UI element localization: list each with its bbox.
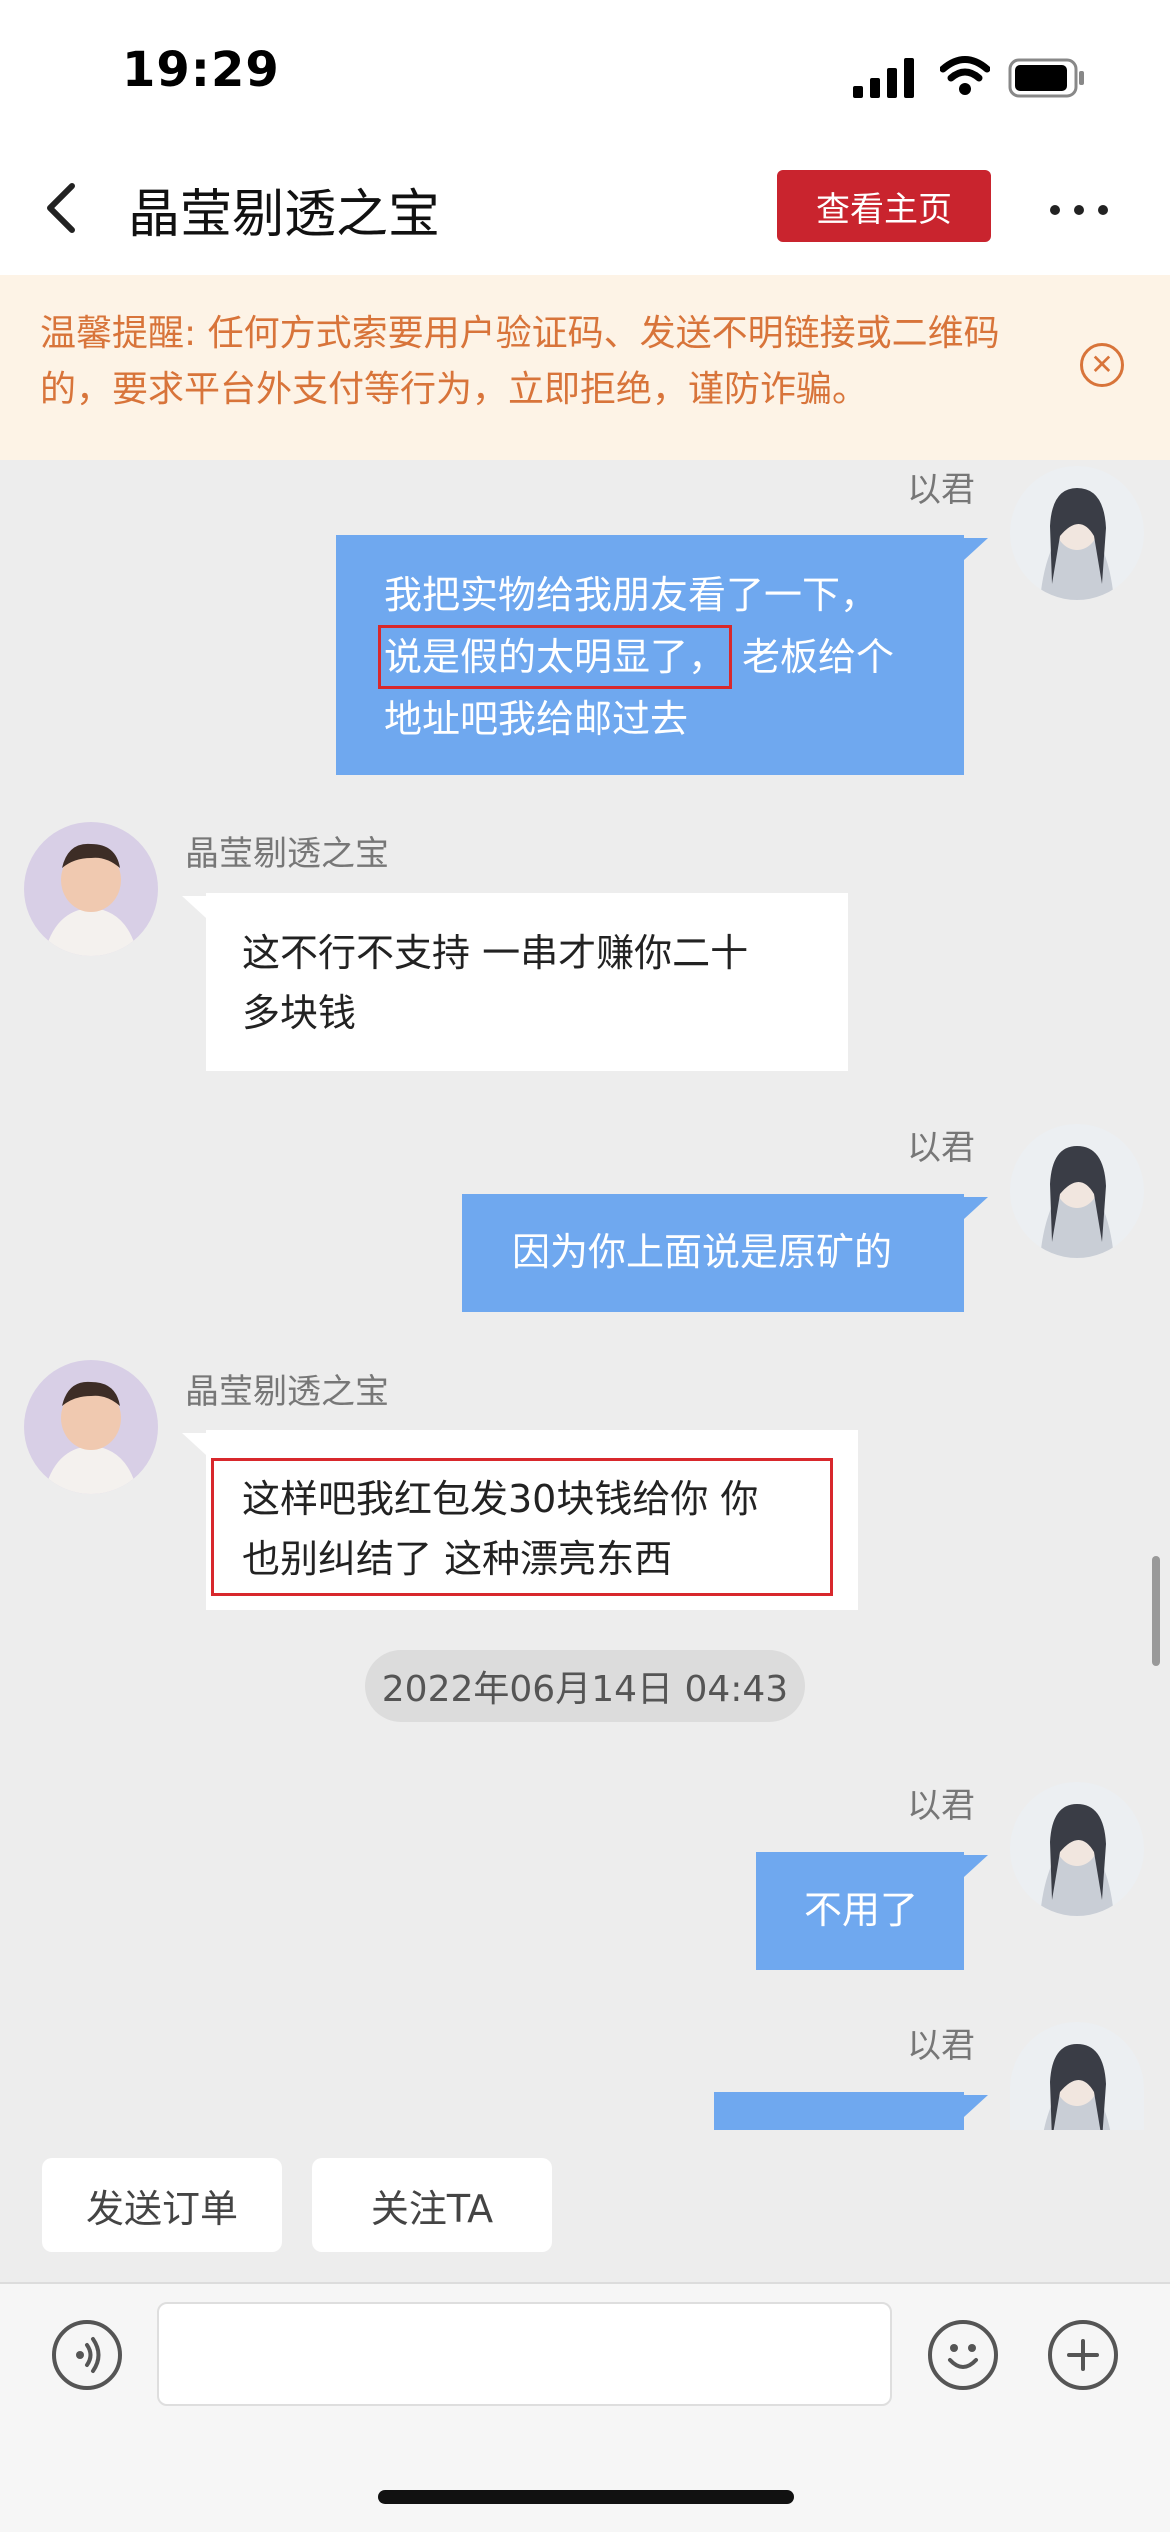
message-line: 老板给个 — [742, 635, 895, 679]
sender-name: 以君 — [907, 1786, 975, 1826]
safety-notice-text: 温馨提醒: 任何方式索要用户验证码、发送不明链接或二维码的，要求平台外支付等行为… — [40, 313, 1000, 410]
contact-avatar[interactable] — [24, 822, 158, 956]
message-bubble-outgoing: 不用了 — [756, 1852, 964, 1970]
sender-name: 以君 — [907, 2026, 975, 2066]
sender-name: 晶莹剔透之宝 — [185, 834, 389, 874]
bubble-tail — [182, 896, 206, 918]
my-avatar[interactable] — [1010, 2022, 1144, 2130]
message-bubble-outgoing: 我把实物给我朋友看了一下， 说是假的太明显了， 老板给个 地址吧我给邮过去 — [336, 535, 964, 775]
battery-icon — [1008, 58, 1086, 102]
message-line: 这样吧我红包发30块钱给你 你 — [242, 1477, 759, 1521]
bubble-tail — [964, 1855, 988, 1877]
bubble-tail — [964, 538, 988, 560]
contact-avatar[interactable] — [24, 1360, 158, 1494]
cellular-signal-icon — [853, 58, 917, 102]
message-bubble-incoming: 这不行不支持 一串才赚你二十 多块钱 — [206, 893, 848, 1071]
message-timestamp: 2022年06月14日 04:43 — [365, 1650, 805, 1722]
my-avatar[interactable] — [1010, 466, 1144, 600]
my-avatar[interactable] — [1010, 1782, 1144, 1916]
close-notice-icon[interactable]: ✕ — [1080, 343, 1124, 387]
bubble-tail — [964, 2095, 988, 2117]
highlighted-message-text: 这样吧我红包发30块钱给你 你 也别纠结了 这种漂亮东西 — [211, 1458, 833, 1596]
message-line: 不用了 — [804, 1888, 919, 1932]
voice-input-icon[interactable] — [52, 2320, 122, 2390]
my-avatar[interactable] — [1010, 1124, 1144, 1258]
add-more-icon[interactable] — [1048, 2320, 1118, 2390]
more-options-icon[interactable] — [1050, 200, 1122, 219]
sender-name: 以君 — [907, 470, 975, 510]
message-bubble-outgoing: 因为你上面说是原矿的 — [462, 1194, 964, 1312]
message-input[interactable] — [157, 2302, 892, 2406]
sender-name: 以君 — [907, 1128, 975, 1168]
scrollbar-thumb[interactable] — [1152, 1556, 1160, 1666]
follow-button[interactable]: 关注TA — [312, 2158, 552, 2252]
message-line: 我把实物给我朋友看了一下， — [384, 573, 879, 617]
message-line: 也别纠结了 这种漂亮东西 — [242, 1537, 673, 1581]
message-line: 地址吧我给邮过去 — [384, 697, 689, 741]
message-line: 因为你上面说是原矿的 — [512, 1230, 893, 1274]
chat-title: 晶莹剔透之宝 — [128, 185, 441, 245]
home-indicator[interactable] — [378, 2490, 794, 2504]
status-time: 19:29 — [122, 42, 280, 98]
back-arrow-icon[interactable] — [38, 178, 86, 238]
message-bubble-outgoing-partial — [714, 2092, 964, 2130]
emoji-icon[interactable] — [928, 2320, 998, 2390]
wifi-icon — [939, 56, 991, 100]
bubble-tail — [964, 1197, 988, 1219]
bubble-tail — [182, 1433, 206, 1455]
view-homepage-button[interactable]: 查看主页 — [777, 170, 991, 242]
message-line: 多块钱 — [242, 991, 357, 1035]
send-order-button[interactable]: 发送订单 — [42, 2158, 282, 2252]
highlighted-text: 说是假的太明显了， — [378, 625, 733, 689]
message-line: 这不行不支持 一串才赚你二十 — [242, 931, 749, 975]
sender-name: 晶莹剔透之宝 — [185, 1372, 389, 1412]
